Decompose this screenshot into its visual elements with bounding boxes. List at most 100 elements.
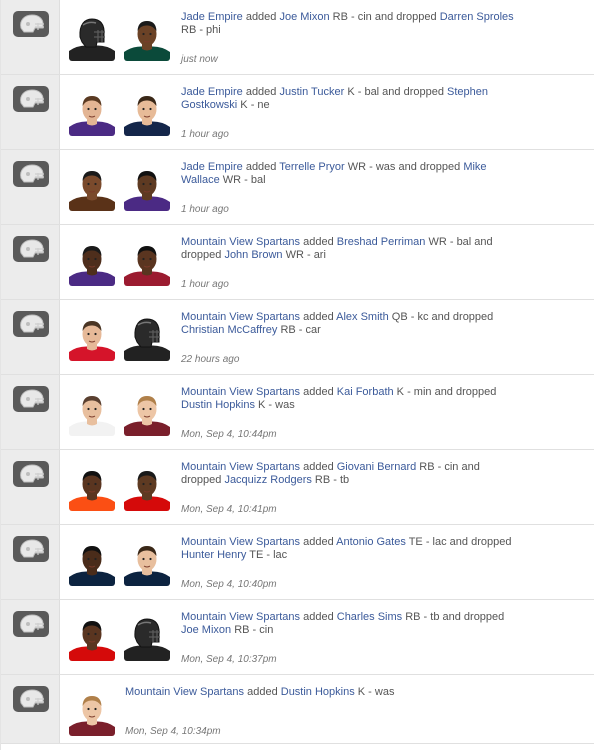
transaction-row: Jade Empire added Terrelle Pryor WR - wa…: [1, 150, 594, 225]
added-player-link[interactable]: Joe Mixon: [279, 11, 329, 23]
added-player-link[interactable]: Breshad Perriman: [337, 236, 426, 248]
team-link[interactable]: Mountain View Spartans: [181, 236, 300, 248]
dropped-player-link[interactable]: John Brown: [224, 249, 282, 261]
team-link[interactable]: Mountain View Spartans: [181, 536, 300, 548]
transaction-timestamp: 1 hour ago: [181, 204, 229, 215]
player-avatar[interactable]: [124, 315, 170, 361]
transaction-row: Mountain View Spartans added Alex Smith …: [1, 300, 594, 375]
player-avatar[interactable]: [124, 240, 170, 286]
added-player-link[interactable]: Alex Smith: [336, 311, 389, 323]
transaction-row: Mountain View Spartans added Giovani Ber…: [1, 450, 594, 525]
dropped-player-meta: K - ne: [237, 99, 270, 111]
action-text: added: [300, 311, 337, 323]
player-avatar[interactable]: [124, 90, 170, 136]
team-link[interactable]: Jade Empire: [181, 161, 243, 173]
transaction-text: Mountain View Spartans added Charles Sim…: [181, 611, 521, 637]
dropped-player-link[interactable]: Joe Mixon: [181, 624, 231, 636]
player-avatar[interactable]: [69, 15, 115, 61]
team-helmet-badge[interactable]: [13, 86, 49, 112]
player-avatar[interactable]: [69, 615, 115, 661]
team-helmet-badge[interactable]: [13, 11, 49, 37]
team-helmet-badge[interactable]: [13, 461, 49, 487]
transaction-text: Jade Empire added Justin Tucker K - bal …: [181, 86, 521, 112]
player-avatar[interactable]: [69, 315, 115, 361]
team-badge-rail: [1, 300, 60, 374]
added-player-link[interactable]: Terrelle Pryor: [279, 161, 344, 173]
team-badge-rail: [1, 150, 60, 224]
transaction-timestamp: 1 hour ago: [181, 129, 229, 140]
helmet-icon: [20, 164, 44, 183]
added-player-link[interactable]: Giovani Bernard: [337, 461, 417, 473]
transaction-feed: Jade Empire added Joe Mixon RB - cin and…: [0, 0, 594, 750]
transaction-text: Mountain View Spartans added Giovani Ber…: [181, 461, 521, 487]
team-helmet-badge[interactable]: [13, 611, 49, 637]
added-player-meta: WR - was and dropped: [344, 161, 464, 173]
player-avatar[interactable]: [124, 465, 170, 511]
dropped-player-link[interactable]: Jacquizz Rodgers: [224, 474, 311, 486]
dropped-player-meta: RB - cin: [231, 624, 274, 636]
added-player-link[interactable]: Justin Tucker: [279, 86, 344, 98]
helmet-icon: [20, 689, 44, 708]
team-badge-rail: [1, 225, 60, 299]
team-helmet-badge[interactable]: [13, 161, 49, 187]
dropped-player-meta: RB - car: [277, 324, 321, 336]
team-link[interactable]: Mountain View Spartans: [181, 611, 300, 623]
team-link[interactable]: Mountain View Spartans: [181, 311, 300, 323]
player-avatar[interactable]: [69, 540, 115, 586]
added-player-link[interactable]: Kai Forbath: [337, 386, 394, 398]
dropped-player-meta: RB - phi: [181, 24, 221, 36]
team-helmet-badge[interactable]: [13, 311, 49, 337]
transaction-timestamp: just now: [181, 54, 218, 65]
transaction-text: Jade Empire added Terrelle Pryor WR - wa…: [181, 161, 521, 187]
dropped-player-link[interactable]: Dustin Hopkins: [181, 399, 255, 411]
player-avatar[interactable]: [124, 165, 170, 211]
team-helmet-badge[interactable]: [13, 686, 49, 712]
team-link[interactable]: Jade Empire: [181, 11, 243, 23]
player-avatar[interactable]: [69, 165, 115, 211]
player-avatar[interactable]: [124, 615, 170, 661]
transaction-text: Mountain View Spartans added Kai Forbath…: [181, 386, 521, 412]
dropped-player-link[interactable]: Darren Sproles: [440, 11, 514, 23]
action-text: added: [300, 386, 337, 398]
transaction-body: Mountain View Spartans added Charles Sim…: [60, 600, 594, 674]
transaction-timestamp: 22 hours ago: [181, 354, 240, 365]
action-text: added: [300, 461, 337, 473]
added-player-meta: K - bal and dropped: [344, 86, 448, 98]
added-player-link[interactable]: Antonio Gates: [336, 536, 406, 548]
team-badge-rail: [1, 600, 60, 674]
added-player-meta: K - was: [354, 686, 395, 698]
transaction-text: Mountain View Spartans added Dustin Hopk…: [125, 686, 465, 699]
team-badge-rail: [1, 0, 60, 74]
team-helmet-badge[interactable]: [13, 386, 49, 412]
added-player-meta: K - min and dropped: [393, 386, 497, 398]
added-player-link[interactable]: Charles Sims: [337, 611, 402, 623]
team-link[interactable]: Jade Empire: [181, 86, 243, 98]
player-avatar[interactable]: [69, 390, 115, 436]
dropped-player-meta: RB - tb: [311, 474, 350, 486]
player-avatar[interactable]: [124, 390, 170, 436]
dropped-player-meta: WR - ari: [282, 249, 326, 261]
helmet-icon: [20, 14, 44, 33]
player-avatar[interactable]: [124, 540, 170, 586]
team-link[interactable]: Mountain View Spartans: [125, 686, 244, 698]
player-avatar[interactable]: [69, 240, 115, 286]
team-helmet-badge[interactable]: [13, 536, 49, 562]
team-badge-rail: [1, 525, 60, 599]
dropped-player-meta: TE - lac: [246, 549, 288, 561]
transaction-text: Mountain View Spartans added Alex Smith …: [181, 311, 521, 337]
action-text: added: [242, 86, 280, 98]
team-link[interactable]: Mountain View Spartans: [181, 386, 300, 398]
player-avatar[interactable]: [69, 465, 115, 511]
dropped-player-link[interactable]: Christian McCaffrey: [181, 324, 277, 336]
team-link[interactable]: Mountain View Spartans: [181, 461, 300, 473]
dropped-player-link[interactable]: Hunter Henry: [181, 549, 246, 561]
player-avatar[interactable]: [69, 690, 115, 736]
action-text: added: [244, 686, 281, 698]
transaction-text: Mountain View Spartans added Antonio Gat…: [181, 536, 521, 562]
dropped-player-meta: K - was: [254, 399, 295, 411]
player-avatar[interactable]: [124, 15, 170, 61]
added-player-link[interactable]: Dustin Hopkins: [281, 686, 355, 698]
team-helmet-badge[interactable]: [13, 236, 49, 262]
player-avatar[interactable]: [69, 90, 115, 136]
transaction-row: Mountain View Spartans added Dustin Hopk…: [1, 675, 594, 744]
